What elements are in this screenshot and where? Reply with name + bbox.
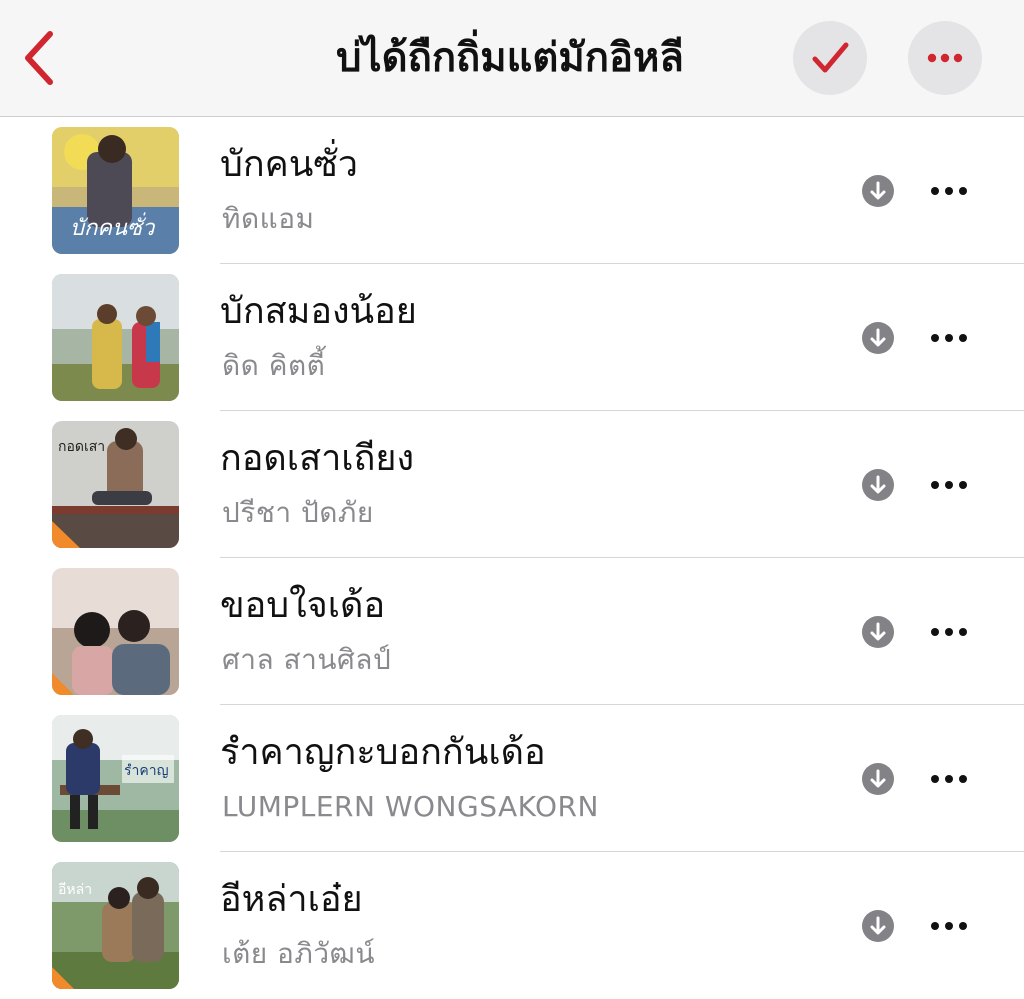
song-title: รำคาญกะบอกกันเด้อ	[220, 732, 546, 773]
song-row[interactable]: บักสมองน้อย ดิด คิตตี้	[0, 264, 1024, 411]
song-title: ขอบใจเด้อ	[220, 585, 386, 626]
ellipsis-icon	[927, 53, 963, 63]
song-more-icon[interactable]	[926, 620, 972, 644]
download-icon[interactable]	[861, 762, 895, 796]
done-button[interactable]	[793, 21, 867, 95]
playlist-more-button[interactable]	[908, 21, 982, 95]
playlist-title: บ่ได้ถืกถิ่มแต่มักอิหลี	[336, 35, 684, 81]
album-artwork: อีหล่า	[52, 862, 179, 989]
song-row[interactable]: อีหล่า อีหล่าเอ๋ย เต้ย อภิวัฒน์	[0, 852, 1024, 999]
download-icon[interactable]	[861, 321, 895, 355]
album-artwork	[52, 274, 179, 401]
song-more-icon[interactable]	[926, 179, 972, 203]
back-button[interactable]	[18, 26, 66, 90]
album-artwork: รำคาญ	[52, 715, 179, 842]
song-row[interactable]: กอดเสา กอดเสาเถียง ปรีชา ปัดภัย	[0, 411, 1024, 558]
song-title: บักคนซั่ว	[220, 144, 358, 185]
song-artist: เต้ย อภิวัฒน์	[222, 937, 375, 970]
download-icon[interactable]	[861, 615, 895, 649]
navigation-bar: บ่ได้ถืกถิ่มแต่มักอิหลี	[0, 0, 1024, 117]
checkmark-icon	[812, 42, 849, 73]
song-more-icon[interactable]	[926, 473, 972, 497]
song-row[interactable]: รำคาญ รำคาญกะบอกกันเด้อ LUMPLERN WONGSAK…	[0, 705, 1024, 852]
svg-text:อีหล่า: อีหล่า	[58, 882, 92, 898]
album-artwork	[52, 568, 179, 695]
song-artist: LUMPLERN WONGSAKORN	[222, 790, 599, 823]
song-row[interactable]: ขอบใจเด้อ ศาล สานศิลป์	[0, 558, 1024, 705]
download-icon[interactable]	[861, 174, 895, 208]
svg-text:กอดเสา: กอดเสา	[58, 439, 105, 455]
song-row[interactable]: บักคนซั่ว บักคนซั่ว ทิดแอม	[0, 117, 1024, 264]
svg-text:บักคนซั่ว: บักคนซั่ว	[70, 212, 156, 241]
chevron-left-icon	[25, 31, 53, 85]
song-title: บักสมองน้อย	[220, 291, 417, 332]
album-artwork: บักคนซั่ว	[52, 127, 179, 254]
download-icon[interactable]	[861, 468, 895, 502]
download-icon[interactable]	[861, 909, 895, 943]
song-artist: ทิดแอม	[222, 202, 315, 235]
song-artist: ศาล สานศิลป์	[222, 643, 392, 676]
song-title: กอดเสาเถียง	[220, 438, 415, 479]
song-title: อีหล่าเอ๋ย	[220, 879, 363, 920]
song-more-icon[interactable]	[926, 326, 972, 350]
song-artist: ดิด คิตตี้	[222, 349, 326, 382]
album-artwork: กอดเสา	[52, 421, 179, 548]
svg-text:รำคาญ: รำคาญ	[124, 763, 169, 779]
song-more-icon[interactable]	[926, 914, 972, 938]
song-artist: ปรีชา ปัดภัย	[222, 496, 374, 529]
song-more-icon[interactable]	[926, 767, 972, 791]
